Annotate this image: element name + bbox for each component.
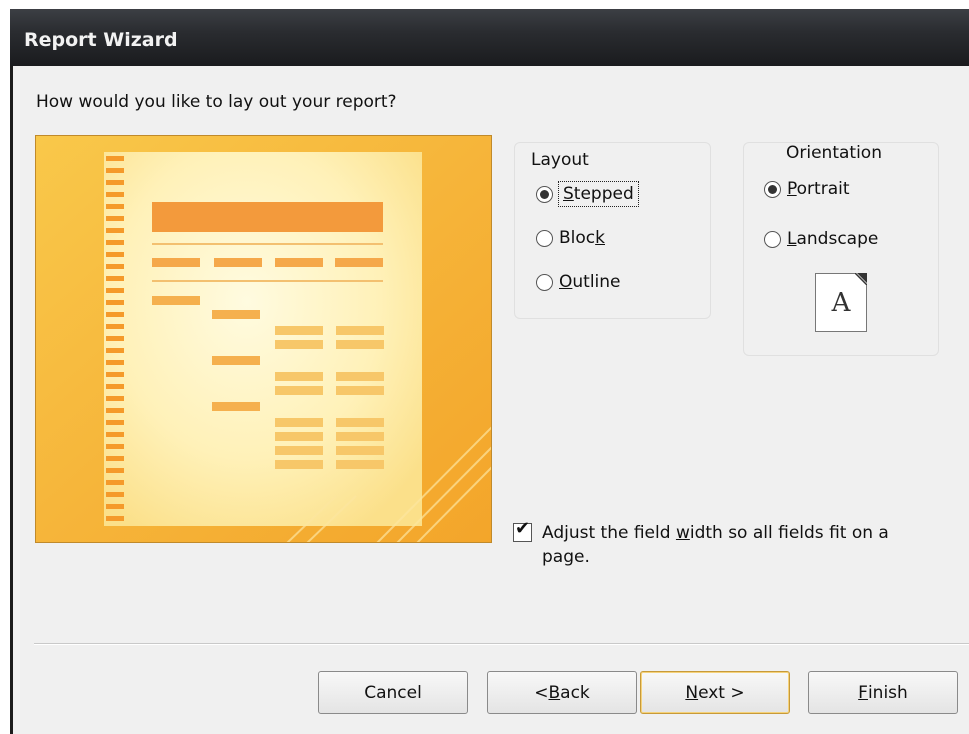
page-letter: A [831,287,851,318]
radio-block[interactable]: Block [536,228,605,248]
radio-stepped-label[interactable]: Stepped [558,181,639,207]
next-button[interactable]: Next > [640,671,790,714]
window-title: Report Wizard [24,29,178,51]
adjust-checkbox-box[interactable]: ✔ [513,518,532,542]
radio-outline-indicator[interactable] [536,273,553,291]
radio-stepped-indicator[interactable] [536,185,553,203]
radio-outline-label[interactable]: Outline [559,272,621,292]
portrait-page-icon: A [815,273,867,332]
layout-group-title: Layout [528,150,592,170]
radio-landscape-indicator[interactable] [764,230,781,248]
radio-portrait-indicator[interactable] [764,180,781,198]
layout-preview-image [35,135,492,543]
radio-block-indicator[interactable] [536,229,553,247]
radio-landscape-label[interactable]: Landscape [787,229,878,249]
checkmark-icon: ✔ [515,518,531,539]
finish-button[interactable]: Finish [808,671,958,714]
report-wizard-window: Report Wizard How would you like to lay … [10,9,969,734]
orientation-group-title: Orientation [783,143,885,163]
radio-portrait-label[interactable]: Portrait [787,179,850,199]
adjust-field-width-checkbox[interactable]: ✔ Adjust the field width so all fields f… [513,518,932,569]
radio-stepped[interactable]: Stepped [536,181,639,207]
adjust-checkbox-label[interactable]: Adjust the field width so all fields fit… [542,521,932,569]
radio-landscape[interactable]: Landscape [764,229,878,249]
cancel-button[interactable]: Cancel [318,671,468,714]
page-corner-icon [855,273,867,285]
radio-outline[interactable]: Outline [536,272,621,292]
radio-block-label[interactable]: Block [559,228,605,248]
button-separator [34,643,969,645]
wizard-prompt: How would you like to lay out your repor… [36,92,397,112]
back-button[interactable]: < Back [487,671,637,714]
title-bar: Report Wizard [10,9,969,66]
radio-portrait[interactable]: Portrait [764,179,850,199]
